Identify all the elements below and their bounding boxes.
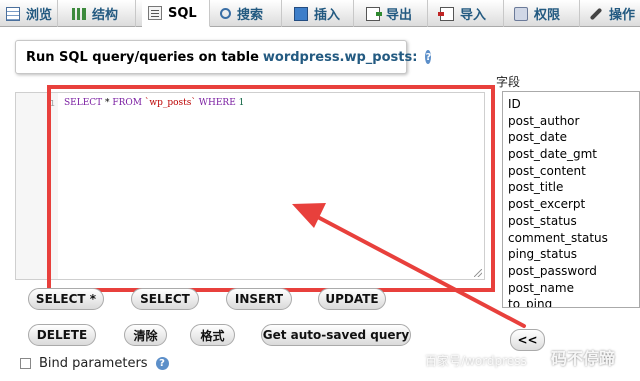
page-title: Run SQL query/queries on table	[26, 49, 259, 65]
column-option[interactable]: post_status	[503, 213, 639, 230]
insert-column-button[interactable]: <<	[510, 329, 545, 351]
select-button[interactable]: SELECT	[131, 288, 199, 310]
keyword-from: FROM	[112, 98, 143, 108]
select-star-button[interactable]: SELECT *	[28, 288, 104, 310]
bind-parameters-row: Bind parameters ?	[20, 356, 169, 371]
column-option[interactable]: post_content	[503, 163, 639, 180]
column-option[interactable]: post_password	[503, 263, 639, 280]
help-icon[interactable]: ?	[155, 357, 169, 370]
format-button[interactable]: 格式	[190, 324, 235, 346]
where-value: 1	[235, 98, 245, 108]
delete-button[interactable]: DELETE	[28, 324, 96, 346]
column-option[interactable]: post_author	[503, 113, 639, 130]
get-auto-saved-query-button[interactable]: Get auto-saved query	[261, 324, 411, 346]
tab-insert[interactable]: 插入	[288, 0, 354, 27]
tab-sql[interactable]: SQL	[142, 0, 210, 27]
tab-search[interactable]: 搜索	[214, 0, 282, 27]
tab-import[interactable]: 导入	[434, 0, 504, 27]
structure-icon	[72, 7, 86, 20]
import-icon	[438, 6, 454, 21]
table-name-link[interactable]: wordpress.wp_posts:	[263, 50, 418, 65]
sql-query-text[interactable]: SELECT * FROM `wp_posts` WHERE 1	[64, 98, 244, 108]
column-option[interactable]: to_ping	[503, 296, 639, 307]
bind-parameters-checkbox[interactable]	[20, 358, 31, 369]
query-header: Run SQL query/queries on table wordpress…	[15, 40, 432, 74]
column-option[interactable]: ping_status	[503, 246, 639, 263]
update-button[interactable]: UPDATE	[318, 288, 386, 310]
column-option[interactable]: post_name	[503, 280, 639, 297]
keyword-where: WHERE	[198, 98, 236, 108]
columns-list[interactable]: ID post_author post_date post_date_gmt p…	[502, 91, 640, 308]
column-option[interactable]: post_excerpt	[503, 196, 639, 213]
browse-icon	[6, 6, 20, 21]
tab-privileges[interactable]: 权限	[508, 0, 580, 27]
line-number: 1	[50, 99, 55, 108]
tab-operations[interactable]: 操作	[583, 0, 640, 27]
line-gutter	[16, 93, 58, 279]
tab-browse[interactable]: 浏览	[0, 0, 58, 27]
tab-structure[interactable]: 结构	[66, 0, 136, 27]
privileges-icon	[514, 6, 528, 21]
export-icon	[366, 6, 382, 21]
insert-icon	[294, 6, 308, 21]
help-icon[interactable]: ?	[425, 50, 432, 64]
bind-parameters-label[interactable]: Bind parameters	[39, 356, 148, 371]
column-option[interactable]: post_title	[503, 179, 639, 196]
column-option[interactable]: post_date_gmt	[503, 146, 639, 163]
watermark-logo: 码不停蹄	[551, 349, 616, 368]
resize-handle[interactable]	[474, 269, 482, 277]
clear-button[interactable]: 清除	[124, 324, 167, 346]
tab-export[interactable]: 导出	[360, 0, 428, 27]
wrench-icon	[586, 4, 606, 24]
tab-bar: 浏览 结构 SQL 搜索 插入 导出 导入 权限 操作	[0, 0, 640, 27]
watermark-text: 百家号/wordpress	[425, 354, 527, 368]
sql-editor[interactable]: 1 SELECT * FROM `wp_posts` WHERE 1	[15, 92, 485, 280]
sql-icon	[148, 6, 162, 20]
select-star: *	[102, 98, 113, 108]
column-option[interactable]: post_date	[503, 129, 639, 146]
keyword-select: SELECT	[64, 98, 103, 108]
search-icon	[220, 8, 231, 19]
column-option[interactable]: ID	[503, 96, 639, 113]
columns-label: 字段	[496, 75, 521, 89]
column-option[interactable]: comment_status	[503, 230, 639, 247]
table-identifier: `wp_posts`	[142, 98, 199, 108]
insert-button[interactable]: INSERT	[226, 288, 292, 310]
